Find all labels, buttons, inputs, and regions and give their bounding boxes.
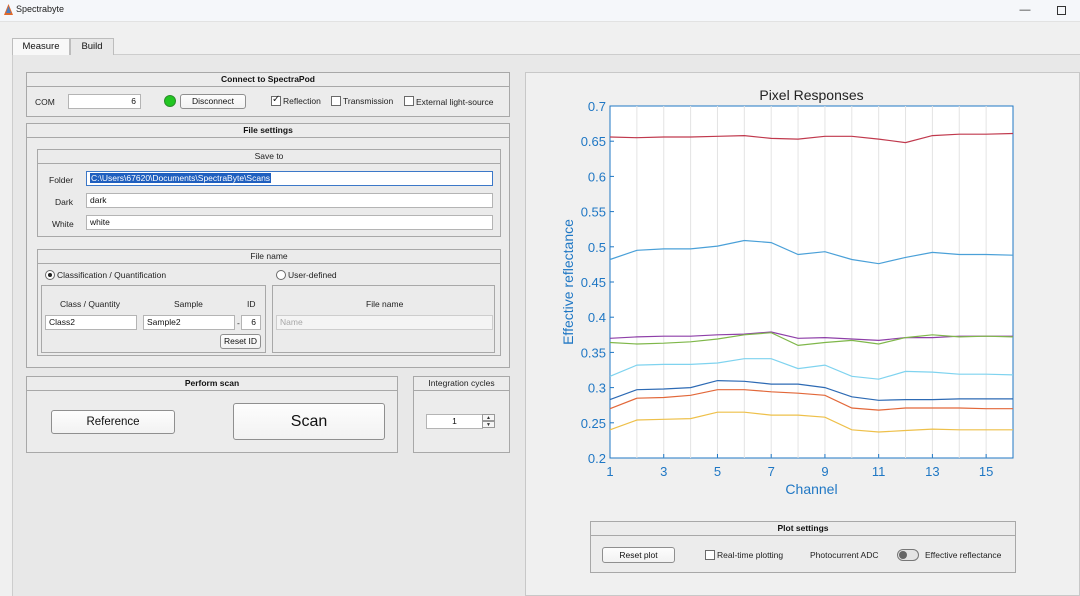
display-mode-toggle[interactable] (897, 549, 919, 561)
window-title: Spectrabyte (16, 4, 65, 14)
effective-reflectance-label: Effective reflectance (925, 550, 1002, 560)
real-time-plotting-checkbox[interactable] (705, 550, 715, 560)
file-name-header: File name (366, 299, 404, 309)
minimize-button[interactable]: — (1018, 2, 1032, 18)
x-tick-label: 11 (872, 464, 886, 479)
dark-label: Dark (55, 197, 73, 207)
y-tick-label: 0.7 (588, 99, 606, 114)
file-name-input[interactable]: Name (276, 315, 493, 330)
classification-radio[interactable] (45, 270, 55, 280)
save-to-panel: Save to Folder C:\Users\67620\Documents\… (37, 149, 501, 237)
x-tick-label: 7 (768, 464, 775, 479)
folder-label: Folder (49, 175, 74, 185)
integration-cycles-input[interactable]: 1 (426, 414, 483, 429)
com-port-input[interactable]: 6 (68, 94, 141, 109)
y-axis-label: Effective reflectance (560, 219, 576, 345)
y-tick-label: 0.6 (588, 169, 606, 184)
chart-title: Pixel Responses (759, 87, 863, 103)
external-light-source-checkbox[interactable] (404, 96, 414, 106)
connection-status-indicator (164, 95, 176, 107)
perform-scan-title: Perform scan (27, 377, 397, 391)
user-defined-label: User-defined (288, 270, 337, 280)
y-tick-label: 0.3 (588, 381, 606, 396)
chart-panel: 0.2 0.25 0.3 0.35 0.4 0.45 0.5 0.55 0.6 0.65 0.7 1… (525, 72, 1080, 596)
x-axis-label: Channel (785, 481, 837, 497)
class-input[interactable]: Class2 (45, 315, 137, 330)
scan-button[interactable]: Scan (233, 403, 385, 440)
disconnect-button[interactable]: Disconnect (180, 94, 246, 109)
folder-path-selection: C:\Users\67620\Documents\SpectraByte\Sca… (90, 173, 272, 183)
reflection-label: Reflection (283, 96, 321, 106)
classification-group: Class / Quantity Sample ID Class2 Sample… (41, 285, 266, 353)
connect-panel-title: Connect to SpectraPod (27, 73, 509, 87)
plot-settings-title: Plot settings (591, 522, 1015, 536)
y-tick-label: 0.2 (588, 451, 606, 466)
integration-cycles-title: Integration cycles (414, 377, 509, 391)
y-tick-label: 0.45 (581, 275, 606, 290)
com-label: COM (35, 97, 55, 107)
id-header: ID (247, 299, 256, 309)
reset-id-button[interactable]: Reset ID (220, 334, 261, 349)
x-tick-label: 5 (714, 464, 721, 479)
folder-path-input[interactable]: C:\Users\67620\Documents\SpectraByte\Sca… (86, 171, 493, 186)
sample-input[interactable]: Sample2 (143, 315, 235, 330)
decrement-spinner-button[interactable]: ▼ (482, 421, 495, 428)
y-axis-ticks: 0.2 0.25 0.3 0.35 0.4 0.45 0.5 0.55 0.6 0.65 0.7 (581, 99, 614, 466)
id-separator: - (237, 318, 240, 328)
x-tick-label: 15 (979, 464, 993, 479)
perform-scan-panel: Perform scan Reference Scan (26, 376, 398, 453)
white-label: White (52, 219, 74, 229)
y-tick-label: 0.35 (581, 345, 606, 360)
reflection-checkbox[interactable] (271, 94, 281, 106)
x-tick-label: 3 (660, 464, 667, 479)
white-filename-input[interactable]: white (86, 215, 493, 230)
connect-panel: Connect to SpectraPod COM 6 Disconnect R… (26, 72, 510, 117)
tab-measure[interactable]: Measure (12, 38, 70, 56)
id-input[interactable]: 6 (241, 315, 261, 330)
save-to-title: Save to (38, 150, 500, 164)
x-tick-label: 1 (606, 464, 613, 479)
pixel-responses-chart: 0.2 0.25 0.3 0.35 0.4 0.45 0.5 0.55 0.6 0.65 0.7 1… (560, 87, 1014, 497)
increment-spinner-button[interactable]: ▲ (482, 414, 495, 421)
plot-settings-panel: Plot settings Reset plot Real-time plott… (590, 521, 1016, 573)
plot-area (609, 105, 1014, 459)
integration-cycles-panel: Integration cycles 1 ▲ ▼ (413, 376, 510, 453)
y-tick-label: 0.5 (588, 240, 606, 255)
file-settings-title: File settings (27, 124, 509, 138)
real-time-plotting-label: Real-time plotting (717, 550, 784, 560)
maximize-button[interactable] (1054, 2, 1068, 18)
reference-button[interactable]: Reference (51, 410, 175, 434)
user-defined-group: File name Name (272, 285, 495, 353)
reset-plot-button[interactable]: Reset plot (602, 547, 675, 563)
x-tick-label: 13 (925, 464, 939, 479)
tab-strip (0, 22, 1080, 55)
classification-label: Classification / Quantification (57, 270, 167, 280)
transmission-checkbox[interactable] (331, 96, 341, 106)
app-icon (4, 4, 13, 15)
external-light-source-label: External light-source (416, 97, 494, 107)
transmission-label: Transmission (343, 96, 394, 106)
y-tick-label: 0.65 (581, 134, 606, 149)
file-name-title: File name (38, 250, 500, 264)
class-quantity-header: Class / Quantity (60, 299, 120, 309)
y-tick-label: 0.25 (581, 416, 606, 431)
file-name-panel: File name Classification / Quantificatio… (37, 249, 501, 356)
sample-header: Sample (174, 299, 203, 309)
dark-filename-input[interactable]: dark (86, 193, 493, 208)
tab-build[interactable]: Build (70, 38, 114, 55)
title-bar (0, 0, 1080, 22)
user-defined-radio[interactable] (276, 270, 286, 280)
file-settings-panel: File settings Save to Folder C:\Users\67… (26, 123, 510, 368)
y-tick-label: 0.55 (581, 205, 606, 220)
photocurrent-adc-label: Photocurrent ADC (810, 550, 879, 560)
x-tick-label: 9 (821, 464, 828, 479)
y-tick-label: 0.4 (588, 310, 606, 325)
